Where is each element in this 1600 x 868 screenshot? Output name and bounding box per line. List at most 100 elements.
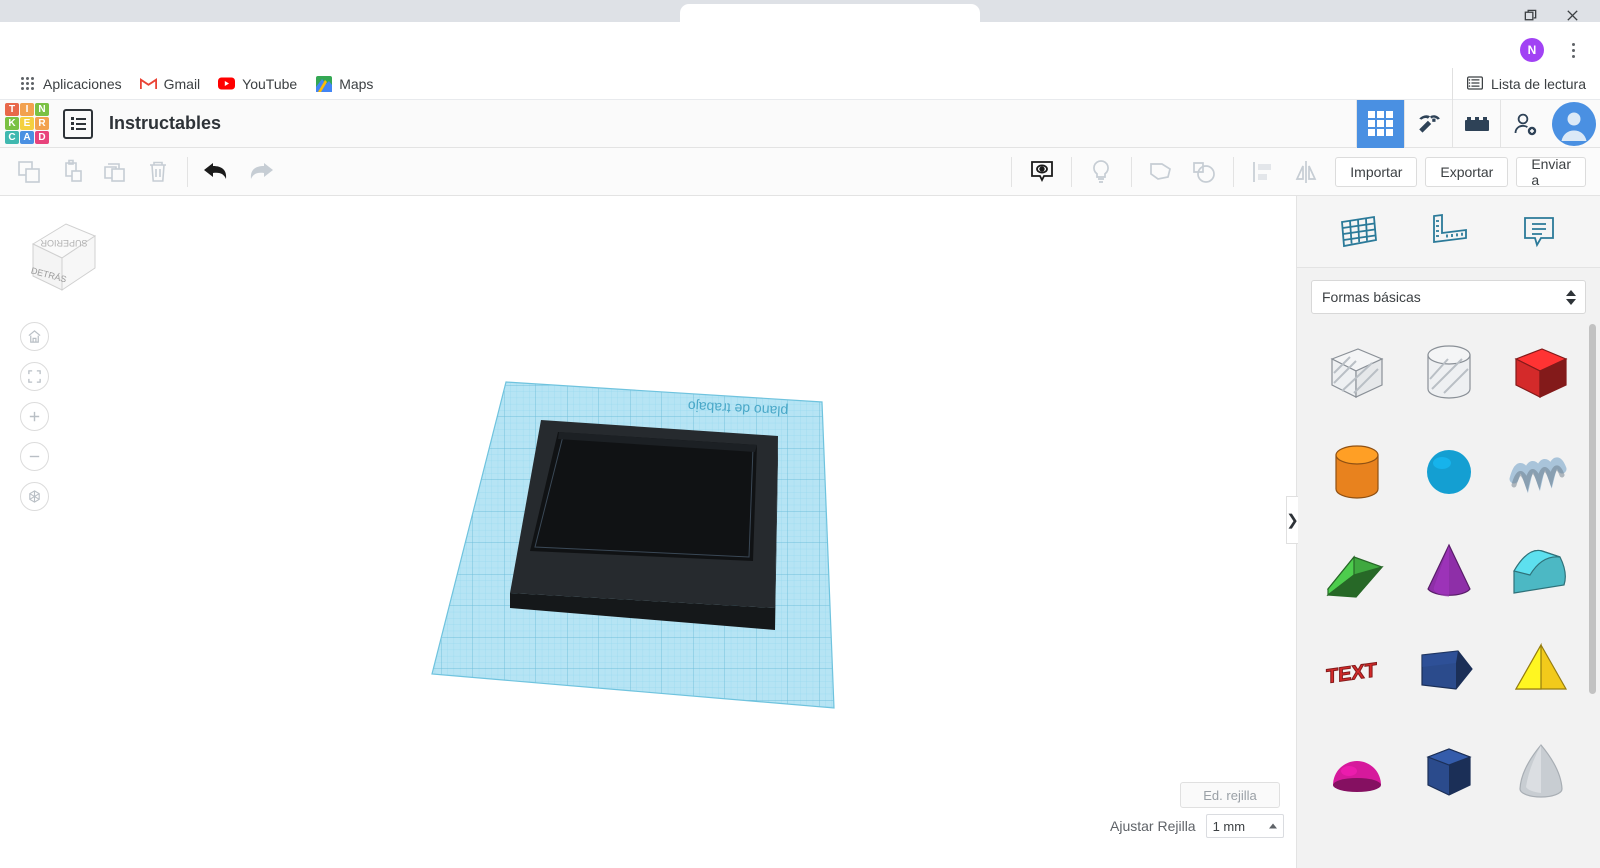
exportar-button[interactable]: Exportar [1425,156,1509,187]
importar-button[interactable]: Importar [1335,156,1418,187]
logo-tile-c: C [5,131,19,144]
panel-scrollbar[interactable] [1589,324,1596,694]
toolbar-buttons: Importar Exportar Enviar a [1327,156,1600,188]
shape-hole-box[interactable] [1311,322,1403,422]
browser-tab-strip [0,0,1600,30]
shape-category-wrap: Formas básicas [1297,268,1600,324]
logo-tile-n: N [35,103,49,116]
kebab-menu-icon[interactable] [1560,36,1586,64]
snap-grid-control: Ajustar Rejilla 1 mm [1110,814,1284,838]
shapes-panel: ❯ Formas básicas TEXT [1286,196,1600,868]
browser-profile-avatar[interactable]: N [1520,38,1544,62]
visibility-eye-icon[interactable] [1020,148,1063,196]
model-object[interactable] [510,420,778,630]
shapes-list[interactable]: TEXT [1297,318,1600,868]
logo-tile-r: R [35,117,49,130]
shape-category-select[interactable]: Formas básicas [1311,280,1586,314]
notes-icon[interactable] [1511,206,1567,258]
undo-icon[interactable] [196,148,239,196]
snap-grid-select[interactable]: 1 mm [1205,814,1284,838]
toolbar-divider-4 [1232,156,1234,187]
ruler-icon[interactable] [1420,206,1476,258]
logo-tile-d: D [35,131,49,144]
snap-grid-value: 1 mm [1212,818,1246,834]
maps-icon [315,75,332,92]
delete-trash-icon[interactable] [136,148,179,196]
designs-grid-icon[interactable] [1356,99,1404,148]
redo-icon[interactable] [239,148,282,196]
shape-cone[interactable] [1403,522,1495,622]
shape-paraboloid[interactable] [1495,722,1587,822]
logo-tile-a: A [20,131,34,144]
chevron-updown-icon [1566,289,1576,305]
bookmark-label: YouTube [242,75,298,92]
bookmark-gmail[interactable]: Gmail [131,72,210,95]
user-avatar[interactable] [1552,101,1596,146]
bookmark-label: Aplicaciones [43,75,122,92]
shape-hole-cylinder[interactable] [1403,322,1495,422]
panel-tabs [1297,196,1600,268]
logo-tile-t: T [5,103,19,116]
snap-grid-label: Ajustar Rejilla [1110,818,1196,834]
shape-scribble[interactable] [1495,422,1587,522]
shape-text[interactable]: TEXT [1311,622,1403,722]
logo-tile-e: E [20,117,34,130]
minecraft-pickaxe-icon[interactable] [1404,99,1452,148]
lightbulb-icon[interactable] [1080,148,1123,196]
workplane-grid-icon[interactable] [1330,206,1386,258]
shape-pyramid[interactable] [1495,622,1587,722]
enviar-a-button[interactable]: Enviar a [1516,156,1586,188]
edit-toolbar: Importar Exportar Enviar a [0,148,1600,196]
group-shape-icon[interactable] [1139,148,1182,196]
reading-list-label: Lista de lectura [1491,76,1586,92]
ungroup-shape-icon[interactable] [1182,148,1225,196]
bookmarks-bar: Aplicaciones Gmail YouTube Maps [0,68,1600,100]
logo-tile-i: I [20,103,34,116]
mirror-icon[interactable] [1285,148,1328,196]
toolbar-divider [186,156,188,187]
copy-icon[interactable] [8,148,51,196]
restore-window-icon[interactable] [1512,1,1548,29]
duplicate-icon[interactable] [93,148,136,196]
bookmark-maps[interactable]: Maps [306,72,382,95]
shape-arrow-block[interactable] [1403,622,1495,722]
apps-grid-icon [19,75,36,92]
gmail-icon [139,75,157,92]
bookmark-label: Maps [339,75,374,92]
close-icon[interactable] [1554,1,1590,29]
shape-category-value: Formas básicas [1322,289,1421,305]
shape-half-sphere[interactable] [1311,722,1403,822]
grid-edit-button[interactable]: Ed. rejilla [1180,782,1280,808]
logo-tile-k: K [5,117,19,130]
reading-list-button[interactable]: Lista de lectura [1452,68,1586,100]
shape-roof[interactable] [1495,522,1587,622]
add-person-icon[interactable] [1500,99,1548,148]
bookmark-youtube[interactable]: YouTube [209,72,306,95]
bookmark-aplicaciones[interactable]: Aplicaciones [10,72,131,95]
page-title: Instructables [109,113,222,133]
scene-3d[interactable]: plano de trabajo [0,196,1296,868]
shape-box[interactable] [1495,322,1587,422]
tinkercad-app: N Aplicaciones Gmail YouTube Maps Lista … [0,0,1600,868]
project-list-icon[interactable] [63,108,93,139]
browser-toolbar-row [0,30,1600,68]
shape-cylinder[interactable] [1311,422,1403,522]
toolbar-divider-3 [1130,156,1132,187]
tab-strip-fill [0,22,1600,30]
header-actions [1356,99,1600,148]
caret-up-icon [1268,823,1277,829]
app-header: TIN KER CAD Instructables [0,99,1600,148]
reading-list-icon [1467,75,1484,93]
shape-sphere[interactable] [1403,422,1495,522]
youtube-icon [218,75,236,92]
toolbar-divider-2 [1070,156,1072,187]
toolbar-divider-right [1011,156,1013,187]
shape-wedge[interactable] [1311,522,1403,622]
tinkercad-logo[interactable]: TIN KER CAD [5,103,49,144]
paste-icon[interactable] [51,148,94,196]
3d-viewport[interactable]: SUPERIOR DETRÁS plano de trabajo Ed. rej… [0,196,1296,868]
bookmark-label: Gmail [163,75,201,92]
lego-brick-icon[interactable] [1452,99,1500,148]
shape-hexagonal-prism[interactable] [1403,722,1495,822]
align-icon[interactable] [1242,148,1285,196]
